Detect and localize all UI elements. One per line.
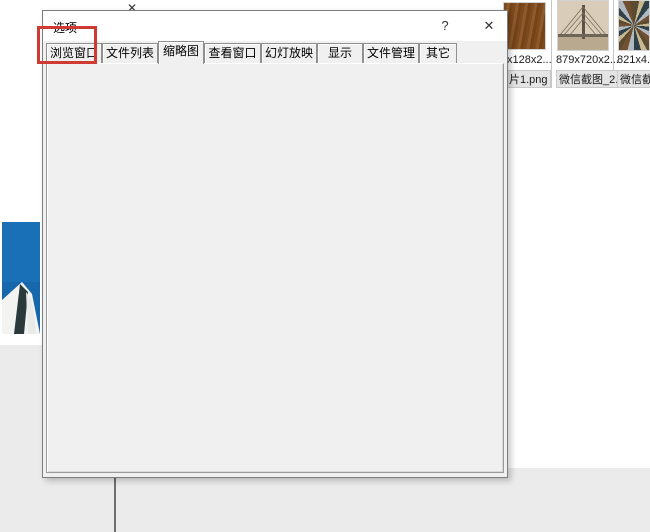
bridge-thumbnail-image[interactable]: [557, 0, 609, 51]
collage-thumbnail-image[interactable]: [618, 0, 650, 51]
bridge-image: [558, 1, 608, 50]
annotation-highlight-box: [37, 26, 97, 64]
thumbnail-name-label[interactable]: 微信截...: [617, 70, 650, 88]
close-icon[interactable]: ✕: [479, 17, 499, 35]
background-portrait-thumbnail[interactable]: [2, 222, 40, 334]
tab-page: [46, 63, 504, 473]
background-splitter-line: [114, 478, 116, 532]
options-dialog: 选项 ? ✕ 浏览窗口 文件列表 缩略图 查看窗口 幻灯放映 显示 文件管理 其…: [42, 10, 508, 478]
tab-other[interactable]: 其它: [419, 43, 457, 63]
tab-file-list[interactable]: 文件列表: [102, 43, 158, 63]
tab-slideshow[interactable]: 幻灯放映: [261, 43, 317, 63]
background-bottom-panel: [0, 478, 650, 532]
help-icon[interactable]: ?: [435, 17, 455, 35]
portrait-image: [2, 222, 40, 334]
thumbnail-size-label: 821x4...: [617, 54, 650, 66]
thumbnail-size-label: 879x720x2...: [556, 54, 619, 66]
thumbnail-name-label[interactable]: 片1.png: [506, 70, 551, 88]
tab-file-manage[interactable]: 文件管理: [363, 43, 419, 63]
tab-view-window[interactable]: 查看窗口: [204, 43, 261, 63]
tab-thumbnail[interactable]: 缩略图: [158, 41, 204, 64]
thumbnail-separator: [551, 0, 552, 88]
thumbnail-size-label: x128x2...: [507, 54, 552, 66]
dialog-titlebar: 选项 ? ✕: [43, 11, 507, 41]
leather-thumbnail-image[interactable]: [503, 2, 546, 50]
tab-display[interactable]: 显示: [317, 43, 363, 63]
